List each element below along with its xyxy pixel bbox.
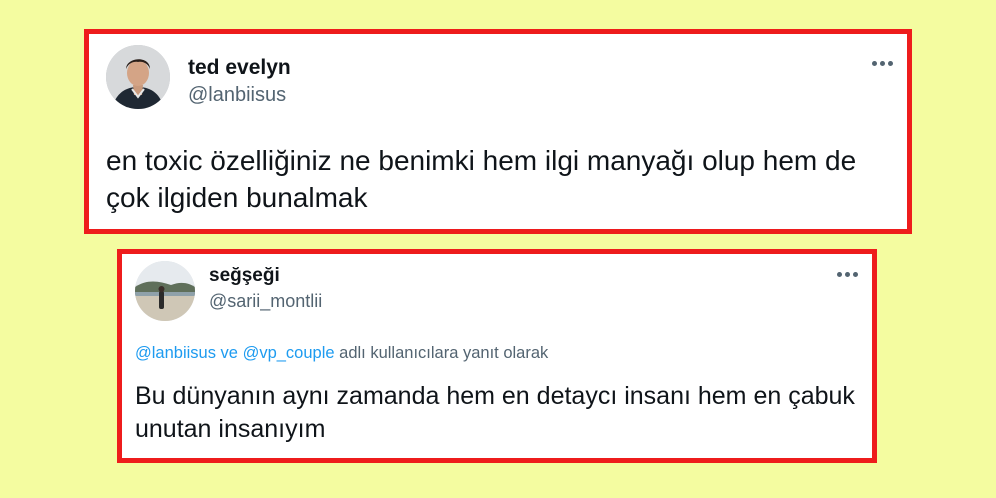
more-options-icon[interactable]: [837, 272, 858, 277]
tweet-card[interactable]: seğşeği @sarii_montlii @lanbiisus ve @vp…: [117, 249, 877, 463]
profile-photo-icon: [135, 261, 195, 321]
tweet-card[interactable]: ted evelyn @lanbiisus en toxic özelliğin…: [84, 29, 912, 234]
tweet-text: Bu dünyanın aynı zamanda hem en detaycı …: [135, 382, 855, 444]
display-name[interactable]: seğşeği: [209, 265, 280, 287]
avatar[interactable]: [106, 45, 170, 109]
mention-link[interactable]: @lanbiisus: [135, 344, 216, 362]
reply-context: @lanbiisus ve @vp_couple adlı kullanıcıl…: [135, 344, 548, 363]
user-handle[interactable]: @lanbiisus: [188, 84, 286, 107]
mention-link[interactable]: @vp_couple: [243, 344, 335, 362]
more-options-icon[interactable]: [872, 61, 893, 66]
user-handle[interactable]: @sarii_montlii: [209, 291, 322, 312]
avatar[interactable]: [135, 261, 195, 321]
tweet-text: en toxic özelliğiniz ne benimki hem ilgi…: [106, 145, 857, 214]
reply-suffix: adlı kullanıcılara yanıt olarak: [339, 344, 549, 362]
display-name[interactable]: ted evelyn: [188, 56, 291, 80]
profile-photo-icon: [106, 45, 170, 109]
reply-connector: ve: [220, 344, 238, 362]
